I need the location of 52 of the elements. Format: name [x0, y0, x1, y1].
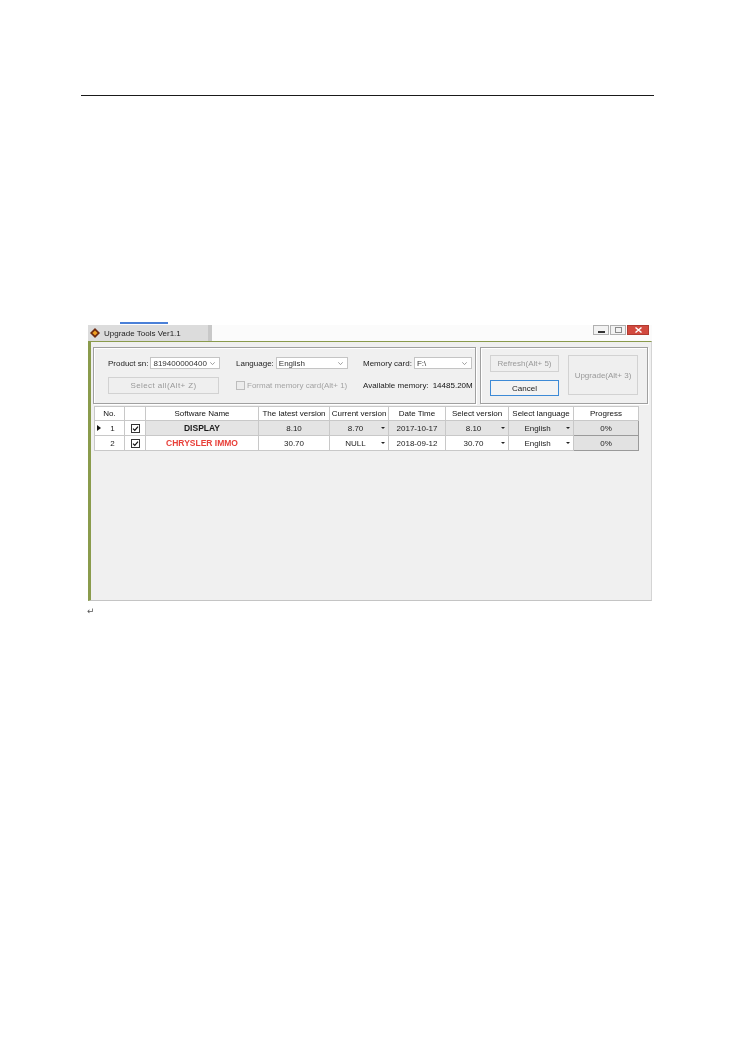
caret-icon [501, 427, 505, 429]
software-name: CHRYSLER IMMO [166, 438, 238, 448]
caret-icon [501, 442, 505, 444]
column-header[interactable]: Select version [445, 406, 509, 421]
caret-icon [566, 427, 570, 429]
checkbox[interactable] [130, 423, 140, 433]
chevron-icon [337, 361, 343, 365]
close-button[interactable] [627, 325, 649, 335]
language-dropdown[interactable]: English [275, 357, 348, 369]
column-header[interactable]: Progress [573, 406, 639, 421]
format-card-label: Format memory card(Alt+ 1) [247, 381, 348, 390]
column-header[interactable]: No. [94, 406, 125, 421]
dropdown-cell[interactable]: 8.70 [329, 420, 389, 436]
software-name: DISPLAY [183, 423, 221, 433]
available-memory-label: Available memory: [363, 381, 429, 390]
caret-icon [381, 427, 385, 429]
column-header[interactable]: Software Name [145, 406, 259, 421]
table-cell: 2018-09-12 [388, 435, 446, 451]
table-cell: 8.10 [258, 420, 330, 436]
dropdown-cell[interactable]: English [508, 420, 574, 436]
column-header[interactable]: The latest version [258, 406, 330, 421]
maximize-icon [614, 327, 622, 333]
dropdown-cell[interactable]: English [508, 435, 574, 451]
return-mark: ↵ [87, 606, 96, 616]
dropdown-cell[interactable]: NULL [329, 435, 389, 451]
caret-icon [381, 442, 385, 444]
chevron-icon [461, 361, 467, 365]
diamond-icon [90, 328, 100, 338]
table-cell: 30.70 [258, 435, 330, 451]
memory-card-dropdown[interactable]: F:\ [413, 357, 472, 369]
column-header[interactable]: Current version [329, 406, 389, 421]
minimize-button[interactable] [593, 325, 609, 335]
minimize-icon [597, 330, 605, 333]
table-row[interactable]: 2 CHRYSLER IMMO 30.70 NULL 2018-09-12 30.70 English 0% [94, 435, 639, 451]
available-memory-value: 14485.20M [432, 381, 473, 390]
row-number: 2 [109, 438, 116, 448]
caret-icon [566, 442, 570, 444]
checkbox[interactable] [130, 438, 140, 448]
language-label: Language: [236, 358, 274, 368]
row-number: 1 [109, 423, 116, 433]
close-icon [634, 327, 642, 333]
cancel-button[interactable]: Cancel [490, 380, 559, 396]
column-header[interactable]: Date Time [388, 406, 446, 421]
chevron-icon [210, 361, 216, 365]
product-sn-label: Product sn: [108, 358, 149, 368]
product-sn-dropdown[interactable]: 819400000400 [150, 357, 221, 369]
memory-card-label: Memory card: [363, 358, 412, 368]
column-header[interactable]: Select language [508, 406, 574, 421]
dropdown-cell[interactable]: 8.10 [445, 420, 509, 436]
table-cell: 2017-10-17 [388, 420, 446, 436]
dropdown-cell[interactable]: 30.70 [445, 435, 509, 451]
window-title: Upgrade Tools Ver1.1 [104, 328, 181, 338]
